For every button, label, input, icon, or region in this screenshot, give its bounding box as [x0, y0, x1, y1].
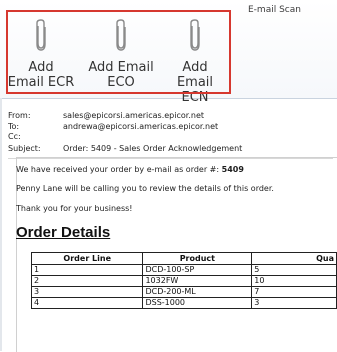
- order-table: Order Line Product Qua 1 DCD-100-SP 5 2 …: [30, 252, 337, 309]
- table-cell: 4: [30, 297, 144, 309]
- to-value[interactable]: andrewa@epicorsi.americas.epicor.net: [63, 122, 218, 131]
- table-cell: 1: [30, 264, 144, 276]
- table-cell: 3: [30, 286, 144, 298]
- table-cell: 3: [251, 297, 337, 309]
- table-cell: 1032FW: [142, 275, 253, 287]
- table-cell: 7: [251, 286, 337, 298]
- to-row: To: andrewa@epicorsi.americas.epicor.net: [8, 122, 333, 133]
- table-cell: DCD-200-ML: [142, 286, 253, 298]
- cc-row: Cc:: [8, 132, 333, 143]
- order-received-text: We have received your order by e-mail as…: [16, 165, 244, 174]
- from-value[interactable]: sales@epicorsi.americas.epicor.net: [63, 111, 204, 120]
- order-details-heading: Order Details: [16, 224, 111, 241]
- highlight-box: [6, 10, 231, 94]
- from-label: From:: [8, 111, 31, 120]
- ribbon: E-mail Scan Add Email ECR Add Email ECO …: [0, 0, 337, 105]
- ribbon-group-label: E-mail Scan: [248, 5, 301, 15]
- table-cell: 2: [30, 275, 144, 287]
- to-label: To:: [8, 121, 20, 131]
- order-number: 5409: [221, 165, 244, 174]
- column-header: Product: [142, 252, 253, 265]
- table-row: 1 DCD-100-SP 5: [30, 264, 337, 276]
- from-row: From: sales@epicorsi.americas.epicor.net: [8, 111, 333, 122]
- table-cell: 10: [251, 275, 337, 287]
- cc-label: Cc:: [8, 132, 21, 141]
- column-header: Order Line: [30, 252, 144, 265]
- callback-text: Penny Lane will be calling you to review…: [16, 184, 274, 193]
- table-cell: DCD-100-SP: [142, 264, 253, 276]
- table-row: 2 1032FW 10: [30, 275, 337, 287]
- left-edge: [0, 98, 2, 351]
- subject-label: Subject:: [8, 143, 41, 153]
- order-received-prefix: We have received your order by e-mail as…: [16, 165, 222, 174]
- table-cell: DSS-1000: [142, 297, 253, 309]
- thank-you-text: Thank you for your business!: [16, 204, 133, 213]
- subject-value: Order: 5409 - Sales Order Acknowledgemen…: [63, 143, 243, 153]
- column-header: Qua: [251, 252, 337, 265]
- table-row: 4 DSS-1000 3: [30, 297, 337, 309]
- message-headers: From: sales@epicorsi.americas.epicor.net…: [8, 111, 333, 159]
- table-cell: 5: [251, 264, 337, 276]
- table-header-row: Order Line Product Qua: [30, 252, 337, 265]
- table-row: 3 DCD-200-ML 7: [30, 286, 337, 298]
